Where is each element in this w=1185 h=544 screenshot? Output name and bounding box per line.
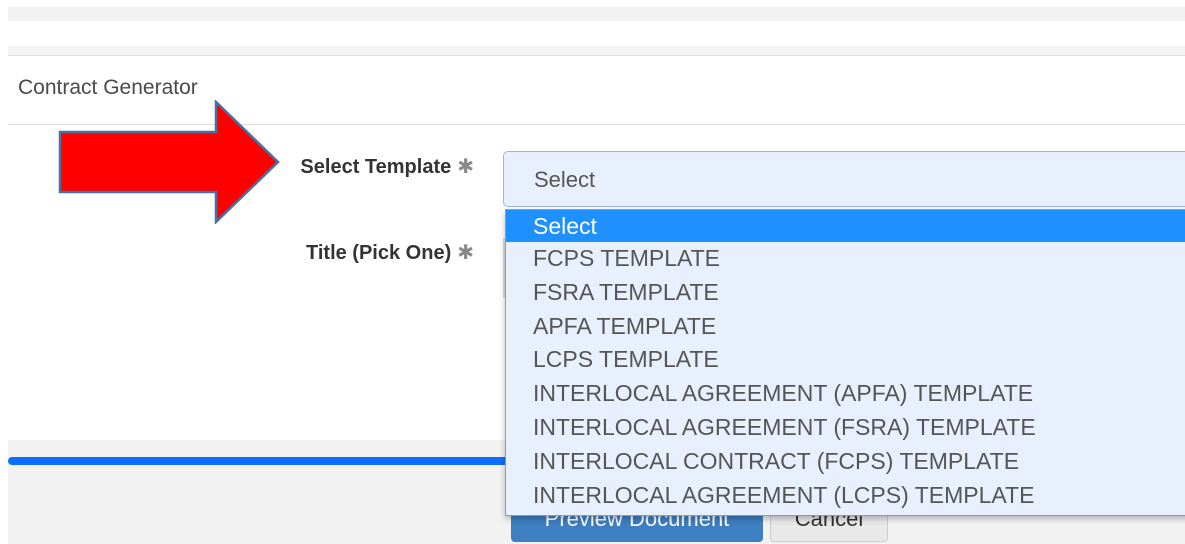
- contract-generator-page: Contract Generator Select Template ✱ Titl…: [0, 0, 1185, 544]
- title-label-text: Title (Pick One): [306, 242, 452, 264]
- required-marker: ✱: [457, 156, 474, 178]
- dropdown-option[interactable]: INTERLOCAL AGREEMENT (APFA) TEMPLATE: [506, 377, 1185, 411]
- template-select[interactable]: Select: [503, 151, 1185, 207]
- template-dropdown-list: Select FCPS TEMPLATE FSRA TEMPLATE APFA …: [505, 209, 1185, 516]
- top-toolbar-strip: [8, 7, 1185, 21]
- panel-title: Contract Generator: [18, 76, 198, 99]
- dropdown-option[interactable]: INTERLOCAL AGREEMENT (FSRA) TEMPLATE: [506, 411, 1185, 445]
- dropdown-option[interactable]: LCPS TEMPLATE: [506, 343, 1185, 377]
- dropdown-option[interactable]: FCPS TEMPLATE: [506, 242, 1185, 276]
- dropdown-option[interactable]: INTERLOCAL CONTRACT (FCPS) TEMPLATE: [506, 445, 1185, 479]
- title-label: Title (Pick One) ✱: [306, 240, 474, 265]
- select-template-label: Select Template ✱: [300, 154, 474, 179]
- dropdown-option[interactable]: INTERLOCAL AGREEMENT (LCPS) TEMPLATE: [506, 479, 1185, 513]
- dropdown-option[interactable]: APFA TEMPLATE: [506, 310, 1185, 344]
- top-divider: [8, 46, 1185, 56]
- dropdown-option[interactable]: Select: [506, 210, 1185, 242]
- dropdown-option[interactable]: FSRA TEMPLATE: [506, 276, 1185, 310]
- red-arrow-icon: [58, 100, 280, 224]
- required-marker: ✱: [457, 242, 474, 264]
- select-template-label-text: Select Template: [300, 156, 452, 178]
